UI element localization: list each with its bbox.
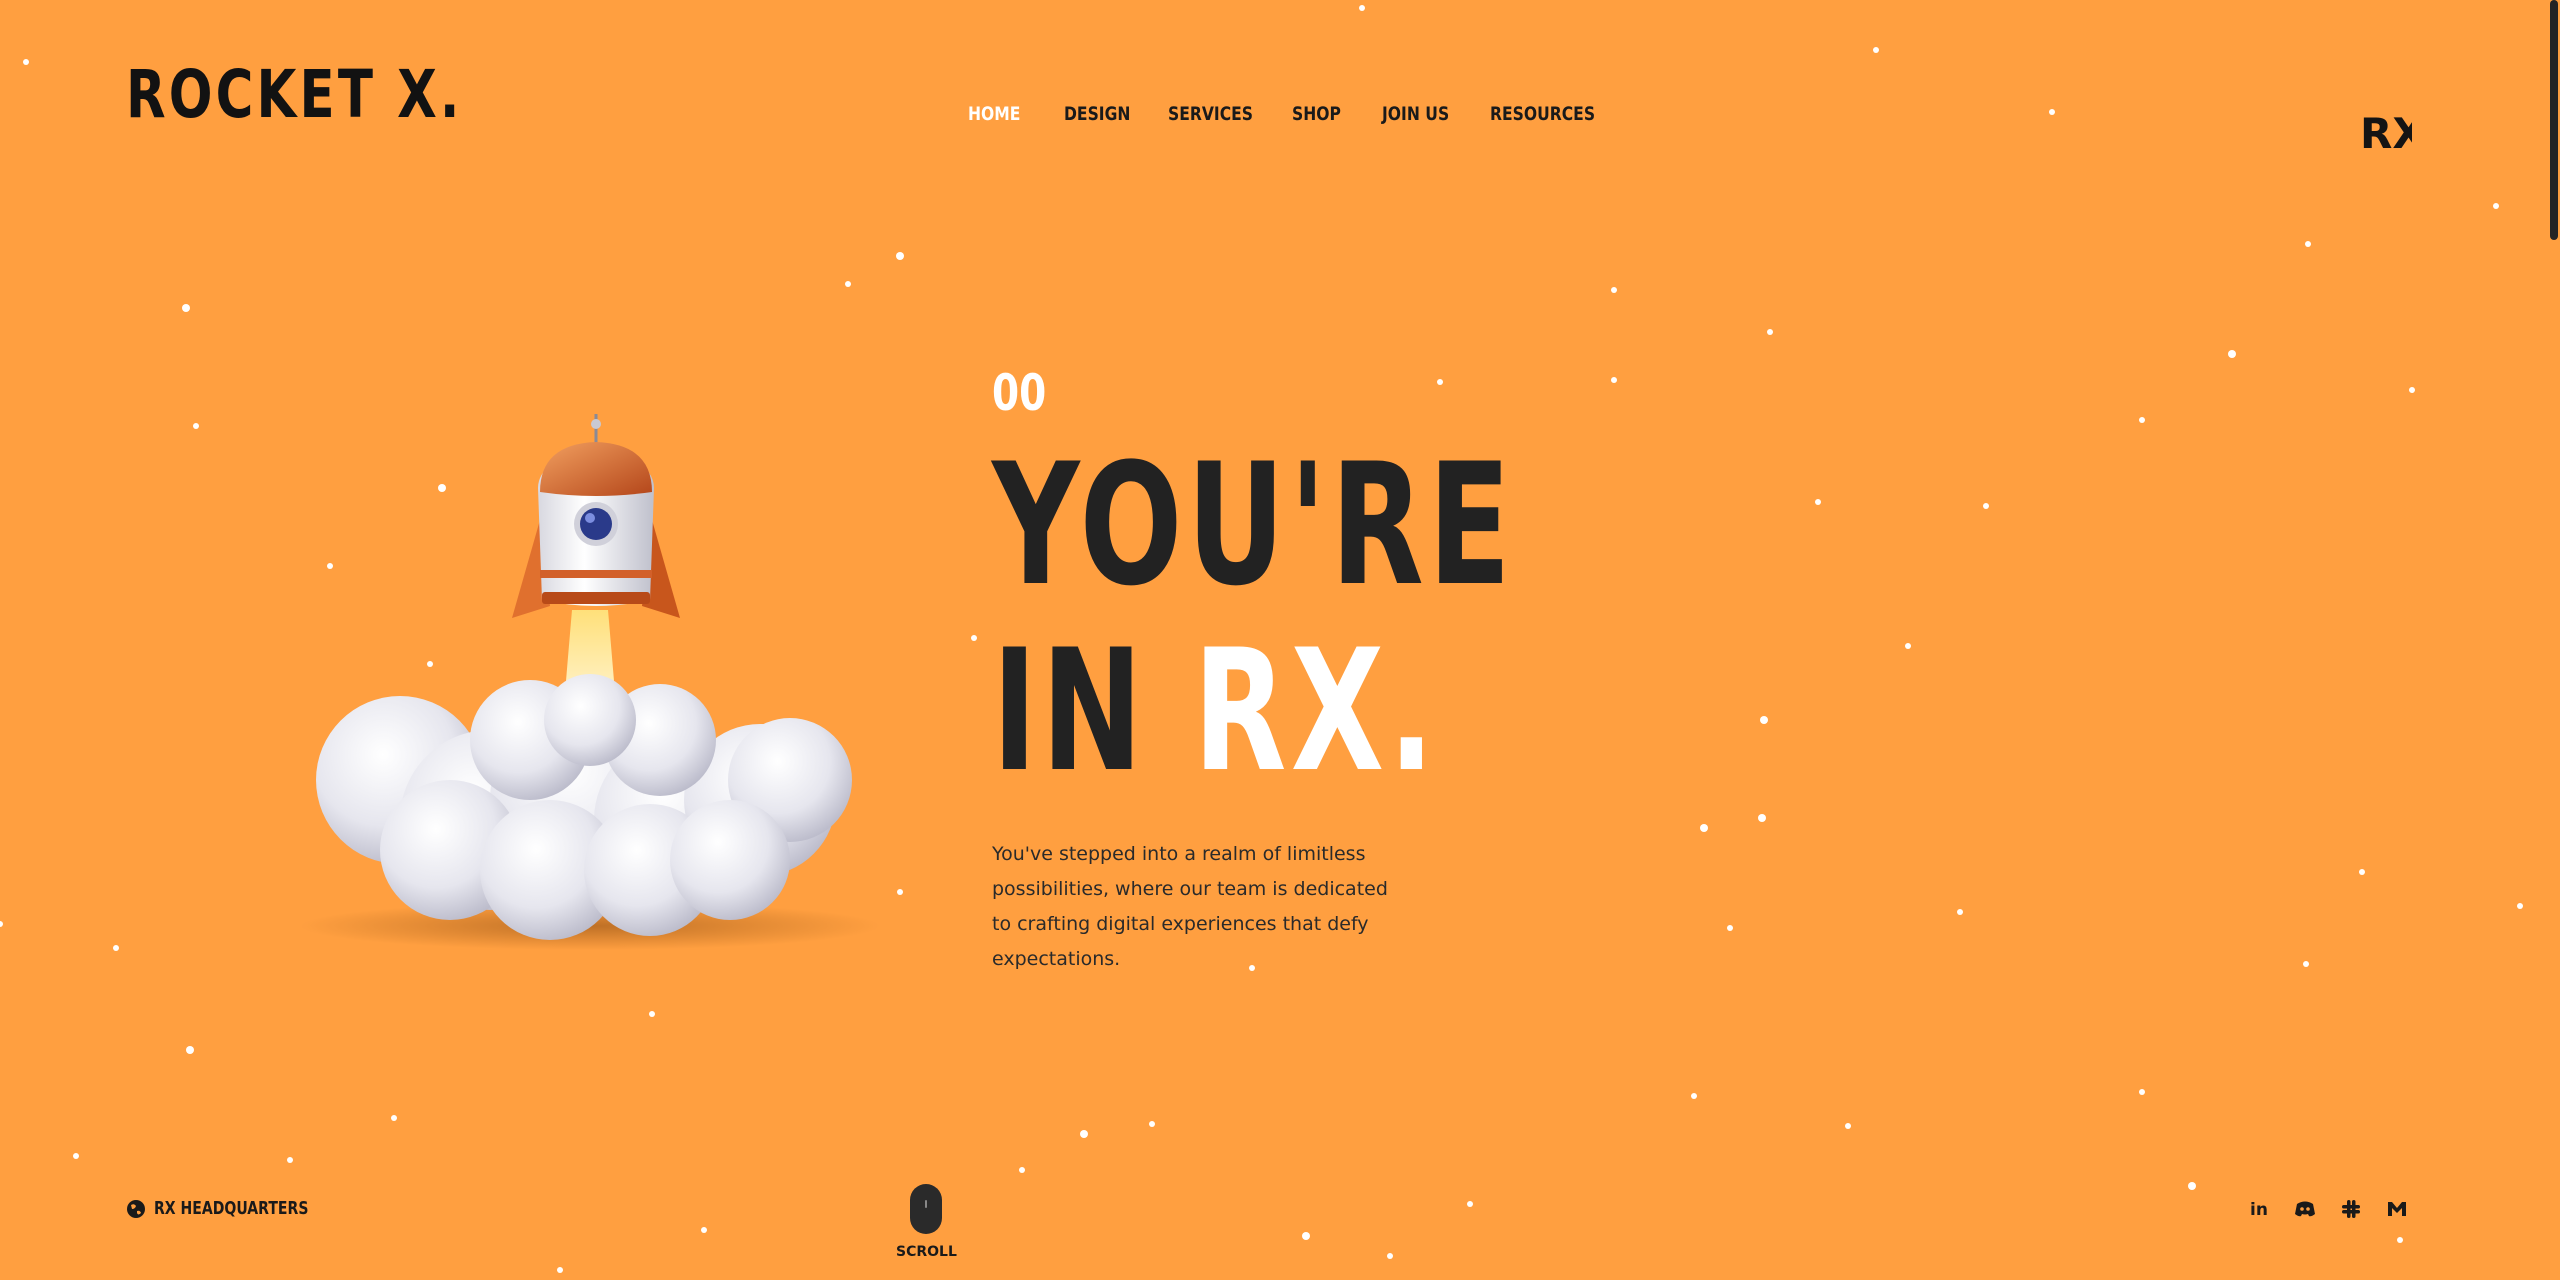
nav-shop[interactable]: SHOP	[1292, 100, 1366, 128]
page-scrollbar[interactable]	[2548, 0, 2560, 1280]
discord-icon[interactable]	[2294, 1198, 2316, 1220]
scrollbar-thumb[interactable]	[2550, 0, 2558, 240]
headline-line-2: IN RX.	[992, 618, 1515, 804]
nav-resources[interactable]: RESOURCES	[1490, 100, 1595, 128]
main-nav: HOME DESIGN SERVICES SHOP JOIN US RESOUR…	[968, 100, 1595, 128]
hero-headline: YOU'RE IN RX.	[992, 432, 1515, 804]
headline-prefix: IN	[992, 613, 1147, 809]
scroll-indicator[interactable]: SCROLL	[896, 1184, 957, 1260]
headquarters-link[interactable]: RX HEADQUARTERS	[126, 1198, 352, 1219]
mouse-icon	[910, 1184, 942, 1234]
nav-home[interactable]: HOME	[968, 100, 1047, 128]
headline-accent: RX.	[1193, 613, 1439, 809]
nav-design[interactable]: DESIGN	[1064, 100, 1149, 128]
headquarters-label: RX HEADQUARTERS	[154, 1198, 309, 1219]
nav-services[interactable]: SERVICES	[1168, 100, 1270, 128]
rocket-illustration	[300, 414, 880, 950]
svg-text:in: in	[2250, 1200, 2268, 1220]
section-counter: 00	[992, 364, 1047, 422]
svg-text:RX: RX	[2360, 110, 2412, 154]
nav-join-us[interactable]: JOIN US	[1382, 100, 1471, 128]
social-links: in	[2248, 1198, 2408, 1220]
brand-logo[interactable]: ROCKET X.	[126, 62, 463, 128]
headline-line-1: YOU'RE	[992, 427, 1516, 623]
hero-description: You've stepped into a realm of limitless…	[992, 843, 1388, 970]
linkedin-icon[interactable]: in	[2248, 1198, 2270, 1220]
gmail-icon[interactable]	[2386, 1198, 2408, 1220]
rx-corner-logo[interactable]: RX	[2360, 110, 2412, 154]
slack-icon[interactable]	[2340, 1198, 2362, 1220]
globe-icon	[127, 1199, 145, 1218]
scroll-label: SCROLL	[896, 1244, 957, 1260]
